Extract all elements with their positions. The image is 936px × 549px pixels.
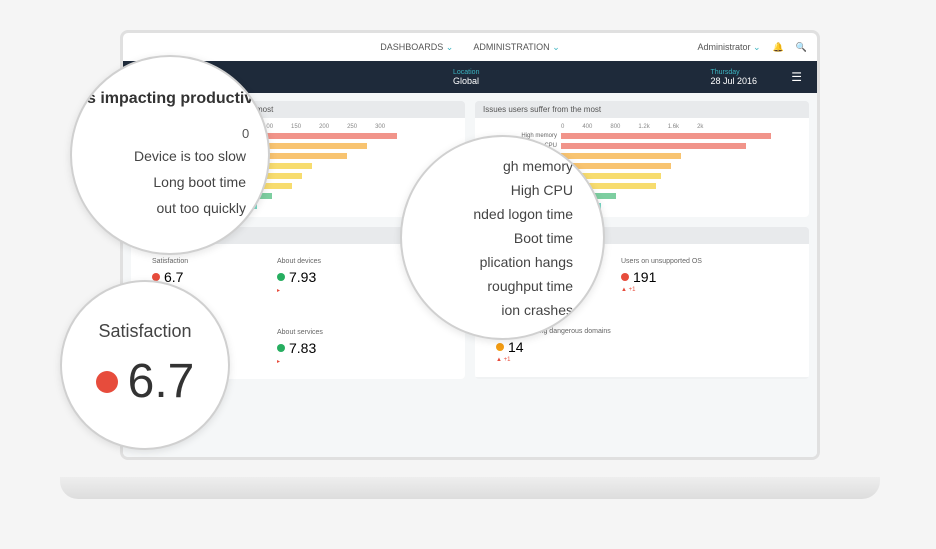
tick: 150 xyxy=(291,124,301,130)
lens-title: Satisfaction xyxy=(98,321,191,342)
search-icon[interactable]: 🔍 xyxy=(796,42,807,53)
metric-label: Users on unsupported OS xyxy=(621,258,711,265)
magnifier-issues: gh memoryHigh CPUnded logon timeBoot tim… xyxy=(400,135,605,340)
lens-title: s impacting productivity xyxy=(87,90,268,108)
metric-value: 7.93 xyxy=(277,269,367,285)
metric-label: About devices xyxy=(277,258,367,265)
lens-item: Device is too slow xyxy=(87,143,268,169)
metric-delta: ▲ +1 xyxy=(621,287,711,293)
bar xyxy=(561,133,771,139)
user-menu[interactable]: Administrator ⌄ xyxy=(697,42,760,53)
tick: 0 xyxy=(561,124,564,130)
bell-icon[interactable]: 🔔 xyxy=(773,42,784,53)
lens-item: High CPU xyxy=(402,178,573,202)
lens-item: nded logon time xyxy=(402,202,573,226)
lens-big-value: 6.7 xyxy=(96,354,195,409)
menu-icon[interactable]: ☰ xyxy=(791,70,802,84)
location-selector[interactable]: Location Global xyxy=(453,69,479,86)
metric-delta: ▸ xyxy=(277,287,367,294)
chevron-down-icon: ⌄ xyxy=(552,42,560,52)
metric-value: 14 xyxy=(496,339,611,355)
bar xyxy=(561,143,746,149)
metric-delta: ▲ +1 xyxy=(496,357,611,363)
nav-dashboards[interactable]: DASHBOARDS ⌄ xyxy=(380,42,453,53)
metric-delta: ▸ xyxy=(277,358,367,365)
laptop-base xyxy=(60,477,880,499)
lens-item: Long boot time xyxy=(87,169,268,195)
bar xyxy=(561,153,681,159)
metric[interactable]: About services 7.83 ▸ xyxy=(277,329,367,365)
metric-value: 191 xyxy=(621,269,711,285)
chevron-down-icon: ⌄ xyxy=(753,42,761,52)
lens-item: roughput time xyxy=(402,274,573,298)
x-axis: 0 400 800 1.2k 1.6k 2k xyxy=(561,124,803,130)
card-title: Issues users suffer from the most xyxy=(475,101,809,118)
tick: 250 xyxy=(347,124,357,130)
lens-item: Boot time xyxy=(402,226,573,250)
tick: 400 xyxy=(582,124,592,130)
tick: 200 xyxy=(319,124,329,130)
lens-list: Device is too slowLong boot timeout too … xyxy=(87,143,268,221)
top-nav: DASHBOARDS ⌄ ADMINISTRATION ⌄ Administra… xyxy=(123,33,817,61)
lens-item: out too quickly xyxy=(87,195,268,221)
magnifier-satisfaction: Satisfaction 6.7 xyxy=(60,280,230,450)
metric[interactable]: About devices 7.93 ▸ xyxy=(277,258,367,294)
metric-label: About services xyxy=(277,329,367,336)
tick: 800 xyxy=(610,124,620,130)
status-dot-icon xyxy=(96,371,118,393)
tick: 1.2k xyxy=(638,124,649,130)
tick: 1.6k xyxy=(668,124,679,130)
status-dot-icon xyxy=(621,273,629,281)
nav-administration[interactable]: ADMINISTRATION ⌄ xyxy=(473,42,559,53)
lens-item: plication hangs xyxy=(402,250,573,274)
date-selector[interactable]: Thursday 28 Jul 2016 xyxy=(710,69,757,86)
lens-list: gh memoryHigh CPUnded logon timeBoot tim… xyxy=(402,154,603,322)
magnifier-productivity: s impacting productivity 0 Device is too… xyxy=(70,55,270,255)
status-dot-icon xyxy=(496,343,504,351)
tick: 300 xyxy=(375,124,385,130)
status-dot-icon xyxy=(277,344,285,352)
chevron-down-icon: ⌄ xyxy=(446,42,454,52)
metric[interactable]: Users on unsupported OS 191 ▲ +1 xyxy=(621,258,711,293)
metric-value: 7.83 xyxy=(277,340,367,356)
tick: 2k xyxy=(697,124,703,130)
metric-label: Satisfaction xyxy=(152,258,242,265)
status-dot-icon xyxy=(277,273,285,281)
axis-zero: 0 xyxy=(242,126,268,141)
